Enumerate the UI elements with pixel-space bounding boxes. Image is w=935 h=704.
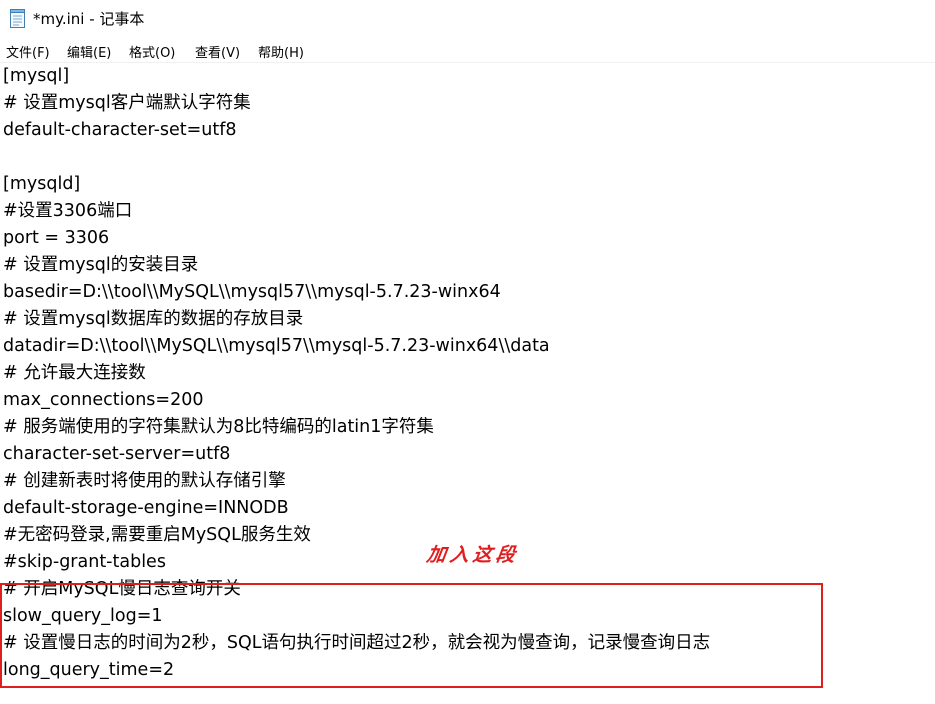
editor-line: #skip-grant-tables bbox=[3, 552, 166, 572]
menu-edit[interactable]: 编辑(E) bbox=[67, 41, 111, 62]
editor-line: # 设置慢日志的时间为2秒，SQL语句执行时间超过2秒，就会视为慢查询，记录慢查… bbox=[3, 633, 711, 653]
editor-line: # 开启MySQL慢日志查询开关 bbox=[3, 579, 241, 599]
editor-line: long_query_time=2 bbox=[3, 660, 175, 680]
editor-line: # 设置mysql的安装目录 bbox=[3, 255, 199, 275]
menu-bar: 文件(F) 编辑(E) 格式(O) 查看(V) 帮助(H) bbox=[0, 38, 935, 63]
editor-line: #无密码登录,需要重启MySQL服务生效 bbox=[3, 525, 311, 545]
editor-line: #设置3306端口 bbox=[3, 201, 133, 221]
editor-line: # 允许最大连接数 bbox=[3, 363, 146, 383]
annotation-label: 加入这段 bbox=[425, 544, 521, 566]
menu-file[interactable]: 文件(F) bbox=[6, 41, 50, 62]
editor-line: basedir=D:\\tool\\MySQL\\mysql57\\mysql-… bbox=[3, 282, 501, 302]
editor-line: datadir=D:\\tool\\MySQL\\mysql57\\mysql-… bbox=[3, 336, 550, 356]
editor-line: character-set-server=utf8 bbox=[3, 444, 231, 464]
title-bar[interactable]: *my.ini - 记事本 bbox=[0, 0, 935, 38]
editor-line: slow_query_log=1 bbox=[3, 606, 163, 626]
editor-line: default-storage-engine=INNODB bbox=[3, 498, 289, 518]
editor-line: [mysql] bbox=[3, 66, 70, 86]
editor-line: default-character-set=utf8 bbox=[3, 120, 237, 140]
text-editor[interactable]: [mysql] # 设置mysql客户端默认字符集 default-charac… bbox=[0, 63, 935, 704]
notepad-window: *my.ini - 记事本 文件(F) 编辑(E) 格式(O) 查看(V) 帮助… bbox=[0, 0, 935, 704]
editor-line: max_connections=200 bbox=[3, 390, 204, 410]
editor-line: [mysqld] bbox=[3, 174, 81, 194]
notepad-icon bbox=[9, 9, 26, 28]
menu-help[interactable]: 帮助(H) bbox=[258, 41, 304, 62]
editor-line: # 创建新表时将使用的默认存储引擎 bbox=[3, 471, 286, 491]
editor-line: # 设置mysql客户端默认字符集 bbox=[3, 93, 251, 113]
editor-line: # 设置mysql数据库的数据的存放目录 bbox=[3, 309, 304, 329]
window-title: *my.ini - 记事本 bbox=[33, 10, 145, 28]
menu-format[interactable]: 格式(O) bbox=[129, 41, 175, 62]
menu-view[interactable]: 查看(V) bbox=[195, 41, 240, 62]
editor-line: # 服务端使用的字符集默认为8比特编码的latin1字符集 bbox=[3, 417, 434, 437]
editor-line: port = 3306 bbox=[3, 228, 110, 248]
